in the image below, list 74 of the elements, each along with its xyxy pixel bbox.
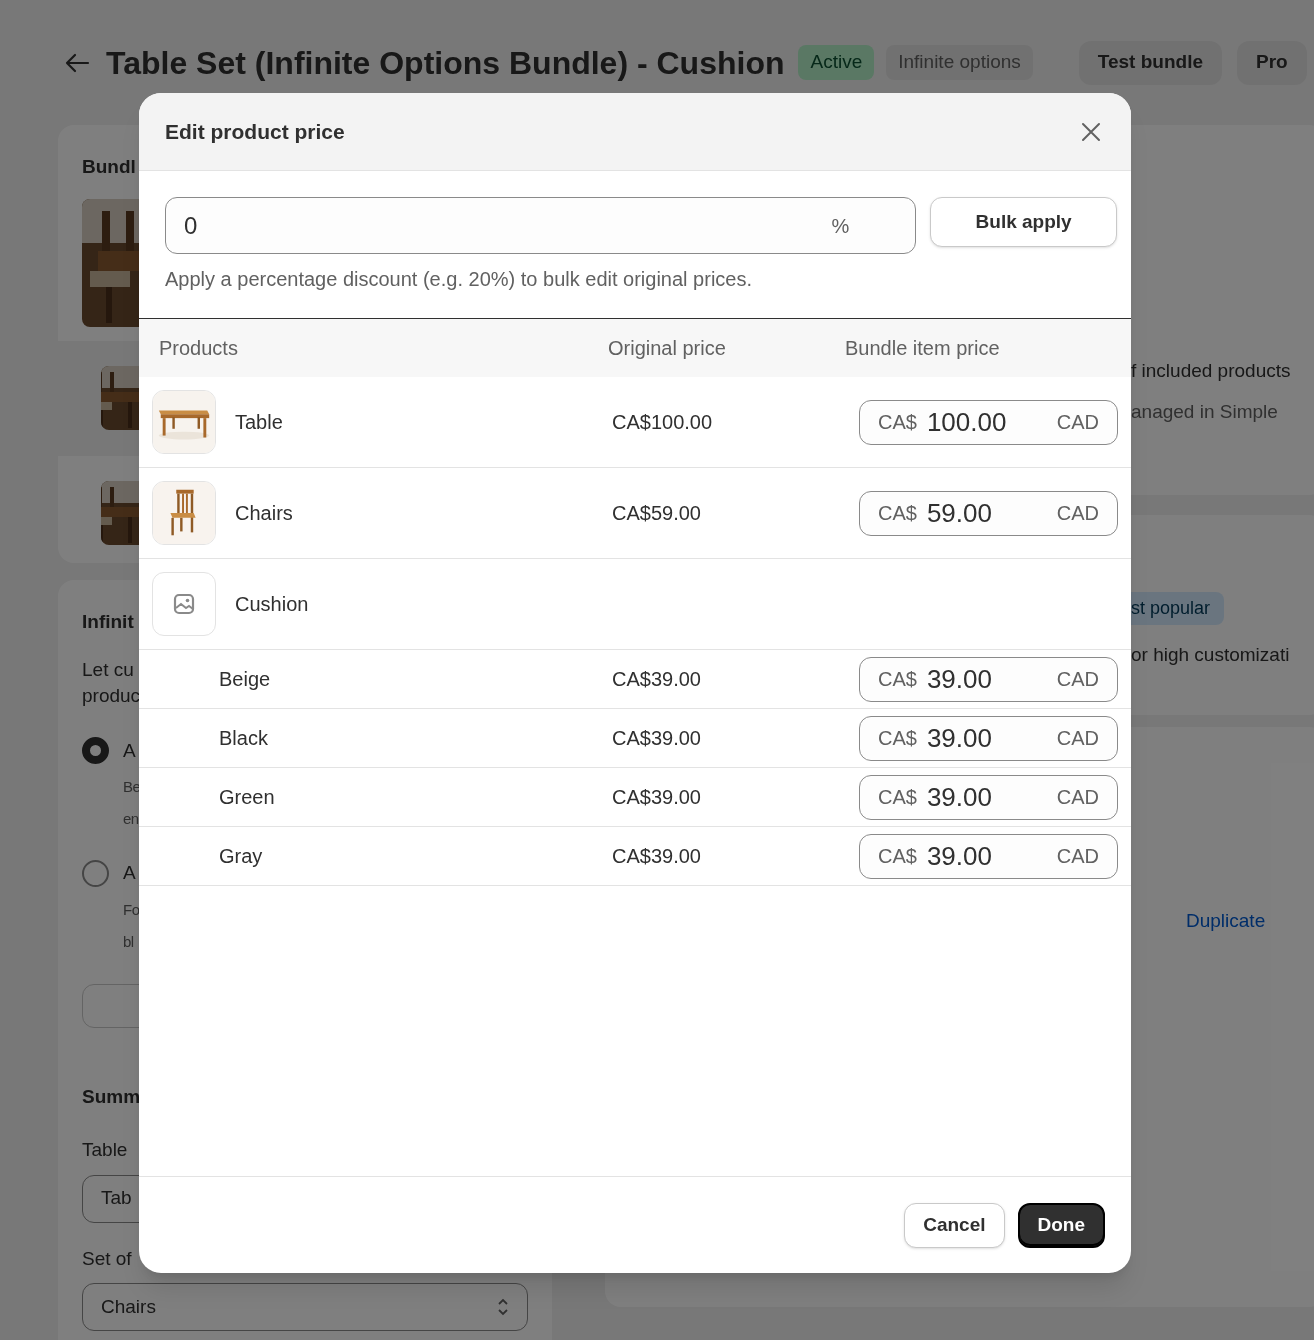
product-name: Beige [219, 667, 271, 692]
header-button[interactable]: Test bundle [1078, 40, 1222, 85]
price-value: 100.00 [926, 405, 1008, 439]
currency-suffix: CAD [1056, 726, 1099, 751]
help-text: Apply a percentage discount (e.g. 20%) to bulk edit original prices. [165, 267, 753, 292]
currency-suffix: CAD [1056, 785, 1099, 810]
modal-title: Edit product price [165, 118, 345, 145]
cancel-button[interactable]: Cancel [904, 1202, 1005, 1248]
bulk-apply-button[interactable]: Bulk apply [930, 197, 1117, 247]
description-text: Let cu [82, 657, 134, 682]
status-badge: Infinite options [886, 45, 1033, 80]
card-heading: Bundl [82, 155, 137, 179]
description-text: produc [82, 683, 141, 708]
page-title: Table Set (Infinite Options Bundle) - Cushion [106, 43, 785, 83]
section-heading: Summ [82, 1084, 142, 1109]
price-input[interactable]: CA$ 39.00 CAD [859, 833, 1118, 879]
price-input[interactable]: CA$ 39.00 CAD [859, 774, 1118, 820]
radio-label: A [123, 861, 136, 885]
product-name: Black [219, 726, 268, 751]
price-value: 39.00 [926, 662, 993, 696]
description-text: or high customizati [1130, 643, 1290, 667]
percent-suffix: % [831, 213, 850, 239]
currency-suffix: CAD [1056, 410, 1099, 435]
card-heading: Infinit [82, 610, 135, 634]
product-name: Green [219, 785, 275, 810]
product-name: Gray [219, 844, 263, 869]
original-price: CA$59.00 [612, 502, 701, 524]
close-icon[interactable] [1081, 121, 1101, 142]
done-button[interactable]: Done [1017, 1202, 1105, 1248]
status-badge: Active [798, 45, 875, 80]
description-text: anaged in Simple [1131, 399, 1279, 424]
price-value: 59.00 [926, 496, 993, 530]
price-value: 39.00 [926, 839, 993, 873]
price-value: 39.00 [926, 780, 993, 814]
original-price: CA$39.00 [612, 845, 701, 867]
original-price: CA$39.00 [612, 786, 701, 808]
select-field[interactable]: Chairs [82, 1283, 528, 1331]
currency-prefix: CA$ [878, 410, 917, 435]
currency-suffix: CAD [1056, 501, 1099, 526]
radio-button[interactable] [82, 859, 109, 887]
description-text: bl [123, 931, 134, 952]
back-arrow-icon[interactable] [64, 52, 90, 73]
column-header: Original price [608, 336, 727, 361]
price-input[interactable]: CA$ 59.00 CAD [859, 490, 1118, 536]
discount-input[interactable]: 0 % [165, 197, 917, 254]
product-name: Chairs [235, 501, 293, 526]
price-input[interactable]: CA$ 100.00 CAD [859, 399, 1118, 445]
product-name: Table [235, 410, 283, 435]
currency-suffix: CAD [1056, 667, 1099, 692]
field-label: Set of [82, 1246, 133, 1271]
currency-prefix: CA$ [878, 726, 917, 751]
product-name: Cushion [235, 592, 309, 617]
currency-prefix: CA$ [878, 785, 917, 810]
chevron-icon [497, 1297, 509, 1317]
radio-label: A [123, 738, 136, 763]
column-header: Products [158, 336, 239, 361]
description-text: f included products [1131, 359, 1292, 383]
original-price: CA$100.00 [612, 411, 713, 433]
original-price: CA$39.00 [612, 668, 701, 690]
field-label: Table [82, 1138, 129, 1162]
image-icon [173, 593, 195, 615]
header-button[interactable]: Pro [1237, 40, 1307, 85]
description-text: Fo [123, 899, 140, 920]
original-price: CA$39.00 [612, 727, 701, 749]
price-input[interactable]: CA$ 39.00 CAD [859, 656, 1118, 702]
radio-button[interactable] [82, 737, 109, 765]
currency-prefix: CA$ [878, 501, 917, 526]
description-text: en [123, 809, 139, 829]
column-header: Bundle item price [845, 336, 1000, 361]
currency-prefix: CA$ [878, 844, 917, 869]
currency-suffix: CAD [1056, 844, 1099, 869]
price-value: 39.00 [926, 721, 993, 755]
price-input[interactable]: CA$ 39.00 CAD [859, 715, 1118, 761]
currency-prefix: CA$ [878, 667, 917, 692]
